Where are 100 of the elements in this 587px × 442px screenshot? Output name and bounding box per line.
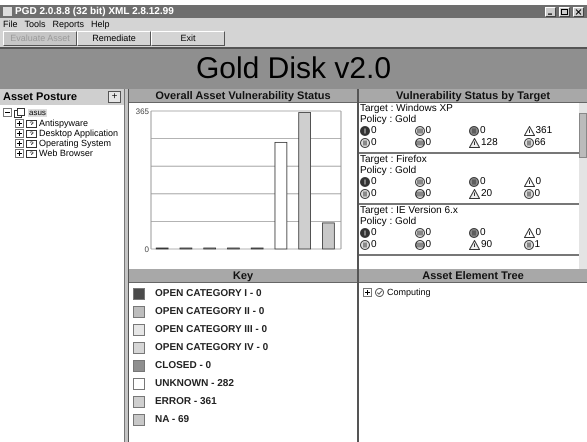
warning-icon bbox=[524, 177, 534, 187]
tree-item[interactable]: asus bbox=[28, 108, 47, 116]
tree-item[interactable]: Web Browser bbox=[39, 148, 93, 158]
count-value: 0 bbox=[371, 126, 377, 136]
count-value: 0 bbox=[480, 177, 486, 187]
category-icon bbox=[469, 126, 479, 136]
count-value: 1 bbox=[534, 240, 540, 250]
count-value: 0 bbox=[426, 240, 432, 250]
panel-title: Asset Posture bbox=[3, 90, 77, 105]
legend-label: UNKNOWN - 282 bbox=[155, 378, 234, 388]
target-name: Target : Windows XP bbox=[360, 103, 454, 114]
category-icon bbox=[360, 177, 370, 187]
category-icon bbox=[414, 228, 424, 238]
category-icon bbox=[360, 228, 370, 238]
category-icon bbox=[414, 189, 424, 199]
warning-icon bbox=[524, 228, 534, 238]
category-icon bbox=[360, 240, 370, 250]
category-icon bbox=[524, 189, 534, 199]
legend-label: OPEN CATEGORY II - 0 bbox=[155, 306, 264, 316]
count-value: 0 bbox=[371, 138, 377, 148]
chart-bar bbox=[322, 222, 335, 250]
menu-item[interactable]: Tools bbox=[24, 20, 46, 28]
count-value: 128 bbox=[481, 138, 498, 148]
window-title: PGD 2.0.8.8 (32 bit) XML 2.8.12.99 bbox=[15, 6, 174, 16]
y-tick-label: 0 bbox=[144, 245, 150, 254]
count-value: 20 bbox=[481, 189, 492, 199]
maximize-button[interactable] bbox=[559, 6, 570, 16]
tree-item[interactable]: Desktop Application bbox=[39, 128, 118, 138]
warning-icon bbox=[469, 240, 480, 250]
count-value: 0 bbox=[426, 189, 432, 199]
count-value: 90 bbox=[481, 240, 492, 250]
expand-icon[interactable] bbox=[15, 138, 24, 148]
count-value: 66 bbox=[534, 138, 546, 148]
app-icon bbox=[3, 7, 12, 16]
expand-icon[interactable] bbox=[15, 118, 24, 128]
panel-header: Overall Asset Vulnerability Status bbox=[129, 89, 357, 103]
category-icon bbox=[414, 177, 424, 187]
count-value: 0 bbox=[534, 189, 540, 199]
expand-icon[interactable] bbox=[15, 148, 24, 158]
count-value: 0 bbox=[536, 177, 542, 187]
panel-header: Asset Element Tree bbox=[359, 269, 587, 283]
count-value: 0 bbox=[426, 228, 432, 238]
expand-icon[interactable] bbox=[15, 128, 24, 138]
count-value: 0 bbox=[480, 126, 486, 136]
collapse-icon[interactable] bbox=[3, 108, 12, 117]
category-icon bbox=[414, 138, 424, 148]
category-icon bbox=[360, 138, 370, 148]
legend-label: CLOSED - 0 bbox=[155, 360, 212, 370]
warning-icon bbox=[469, 138, 480, 148]
count-value: 0 bbox=[426, 177, 432, 187]
scrollbar[interactable] bbox=[579, 103, 587, 269]
banner-title: Gold Disk v2.0 bbox=[196, 54, 392, 84]
tree-item[interactable]: Computing bbox=[387, 288, 431, 297]
expand-icon[interactable] bbox=[363, 288, 372, 297]
policy-name: Policy : Gold bbox=[360, 114, 418, 125]
count-value: 0 bbox=[426, 126, 432, 136]
target-name: Target : IE Version 6.x bbox=[360, 205, 459, 216]
close-icon bbox=[575, 8, 582, 14]
category-icon bbox=[360, 126, 370, 136]
question-folder-icon bbox=[26, 138, 37, 148]
toolbar-button[interactable]: Exit bbox=[151, 31, 225, 46]
check-circle-icon bbox=[375, 288, 384, 297]
category-icon bbox=[360, 189, 370, 199]
legend-label: OPEN CATEGORY I - 0 bbox=[155, 288, 262, 298]
close-button[interactable] bbox=[573, 6, 584, 16]
count-value: 0 bbox=[371, 189, 377, 199]
menu-item[interactable]: File bbox=[3, 20, 18, 28]
menu-item[interactable]: Help bbox=[91, 20, 110, 28]
maximize-icon bbox=[561, 8, 568, 14]
y-tick-label: 365 bbox=[136, 107, 150, 116]
count-value: 0 bbox=[480, 228, 486, 238]
tree-item[interactable]: Operating System bbox=[39, 138, 112, 148]
legend-label: OPEN CATEGORY IV - 0 bbox=[155, 342, 268, 352]
tree-item[interactable]: Antispyware bbox=[39, 118, 88, 128]
policy-name: Policy : Gold bbox=[360, 165, 418, 176]
count-value: 0 bbox=[371, 177, 377, 187]
policy-name: Policy : Gold bbox=[360, 216, 418, 227]
expand-button[interactable]: + bbox=[108, 91, 121, 103]
question-folder-icon bbox=[26, 118, 37, 128]
target-name: Target : Firefox bbox=[360, 154, 428, 165]
minimize-button[interactable] bbox=[545, 6, 556, 16]
panel-header: Vulnerability Status by Target bbox=[359, 89, 587, 103]
question-folder-icon bbox=[26, 148, 37, 158]
question-folder-icon bbox=[26, 128, 37, 138]
bar-chart: 365 0 bbox=[129, 103, 357, 267]
count-value: 0 bbox=[536, 228, 542, 238]
category-icon bbox=[524, 240, 534, 250]
warning-icon bbox=[469, 189, 480, 199]
warning-icon bbox=[524, 126, 534, 136]
legend-label: ERROR - 361 bbox=[155, 396, 217, 406]
panel-header: Key bbox=[129, 269, 357, 283]
category-icon bbox=[469, 228, 479, 238]
legend-label: OPEN CATEGORY III - 0 bbox=[155, 324, 268, 334]
count-value: 0 bbox=[426, 138, 432, 148]
toolbar-button[interactable]: Remediate bbox=[77, 31, 151, 46]
category-icon bbox=[524, 138, 534, 148]
count-value: 0 bbox=[371, 240, 377, 250]
count-value: 361 bbox=[536, 126, 552, 136]
category-icon bbox=[469, 177, 479, 187]
menu-item[interactable]: Reports bbox=[52, 20, 84, 28]
